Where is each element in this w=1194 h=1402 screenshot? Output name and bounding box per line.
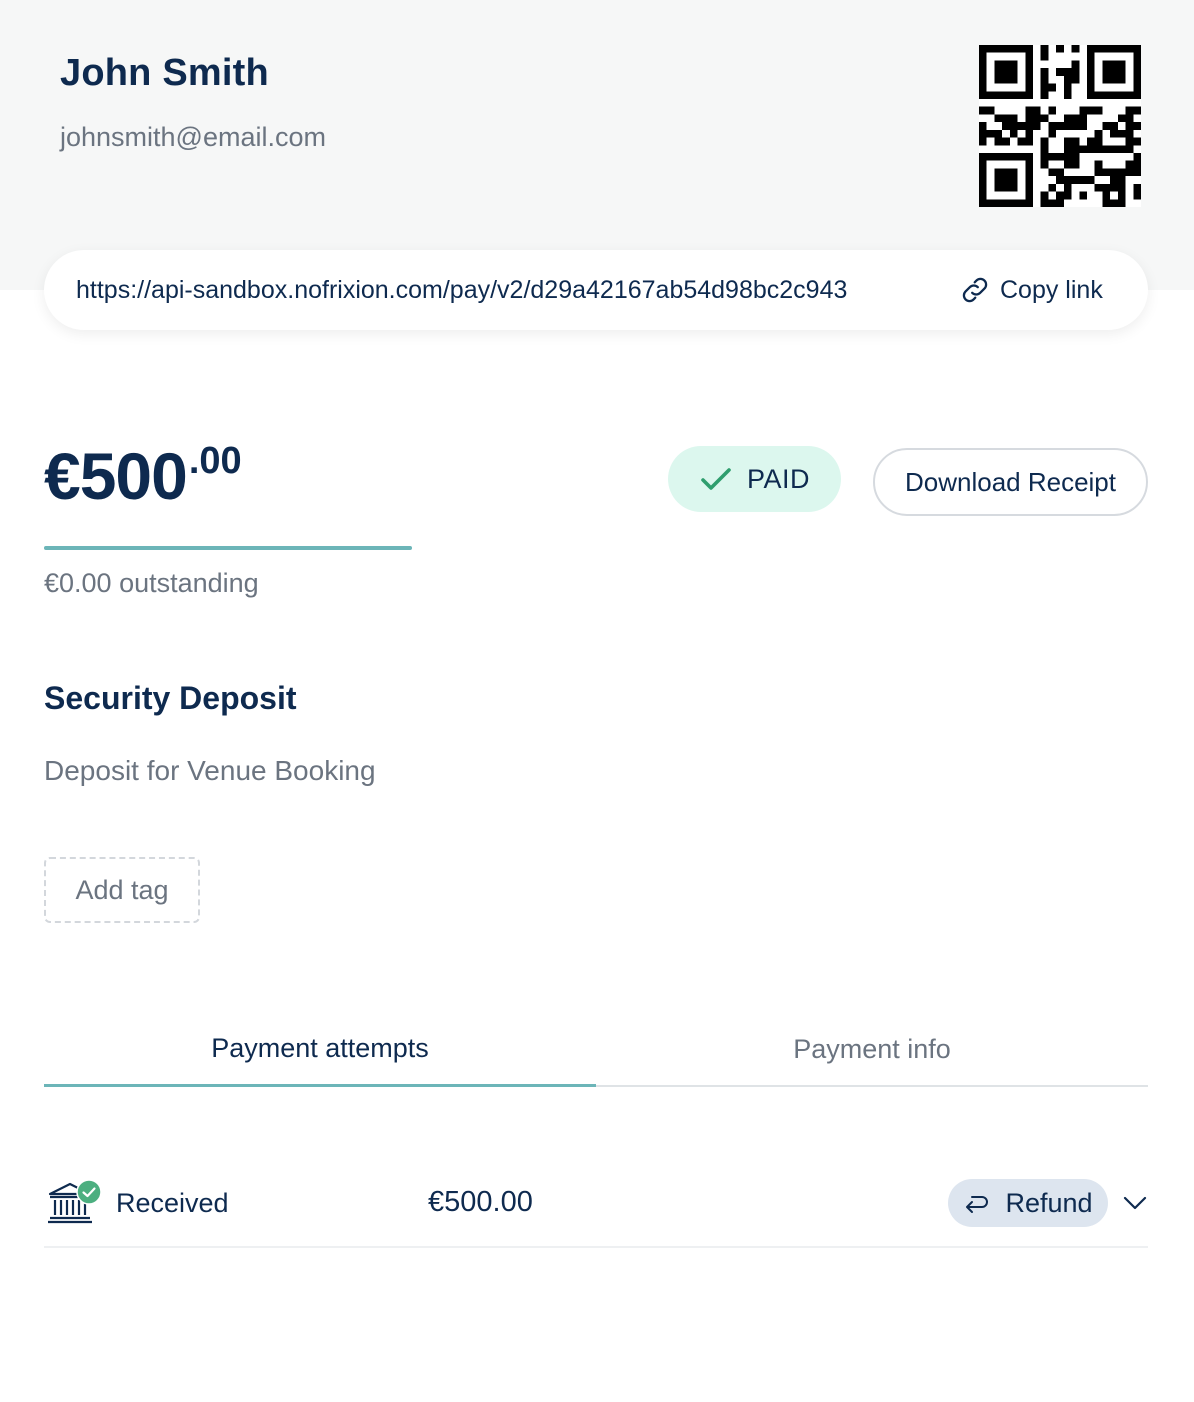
add-tag-button[interactable]: Add tag — [44, 857, 200, 923]
tab-payment-info[interactable]: Payment info — [596, 1020, 1148, 1087]
status-label: PAID — [746, 463, 810, 494]
payment-request-description: Deposit for Venue Booking — [44, 755, 376, 786]
copy-link-button[interactable]: Copy link — [958, 273, 1103, 307]
qr-code — [979, 45, 1141, 207]
amount-cents: .00 — [188, 440, 242, 482]
check-icon — [701, 468, 731, 490]
payment-link-bar: https://api-sandbox.nofrixion.com/pay/v2… — [44, 250, 1148, 330]
payment-attempt-row: Received €500.00 Refund — [44, 1160, 1148, 1248]
amount-main: €500 — [44, 439, 188, 513]
copy-link-label: Copy link — [1000, 275, 1103, 304]
link-icon — [962, 277, 988, 303]
status-badge: PAID — [668, 446, 841, 512]
download-receipt-button[interactable]: Download Receipt — [873, 448, 1148, 516]
amount: €500.00 — [44, 438, 242, 514]
payment-progress-fill — [44, 546, 412, 550]
chevron-down-icon[interactable] — [1122, 1190, 1148, 1214]
refund-label: Refund — [1005, 1187, 1093, 1218]
refund-arrow-icon — [966, 1196, 989, 1213]
outstanding-amount: €0.00 outstanding — [44, 568, 259, 598]
tab-payment-attempts[interactable]: Payment attempts — [44, 1020, 596, 1087]
payment-link-url[interactable]: https://api-sandbox.nofrixion.com/pay/v2… — [76, 276, 944, 305]
payment-progress-bar — [44, 546, 412, 550]
payment-request-title: Security Deposit — [44, 680, 297, 716]
customer-email: johnsmith@email.com — [60, 122, 326, 152]
attempt-amount: €500.00 — [428, 1186, 533, 1218]
customer-name: John Smith — [60, 52, 269, 94]
tabs: Payment attempts Payment info — [44, 1020, 1148, 1087]
refund-button[interactable]: Refund — [948, 1179, 1108, 1227]
check-badge-icon — [76, 1179, 102, 1205]
attempt-status: Received — [116, 1188, 229, 1218]
